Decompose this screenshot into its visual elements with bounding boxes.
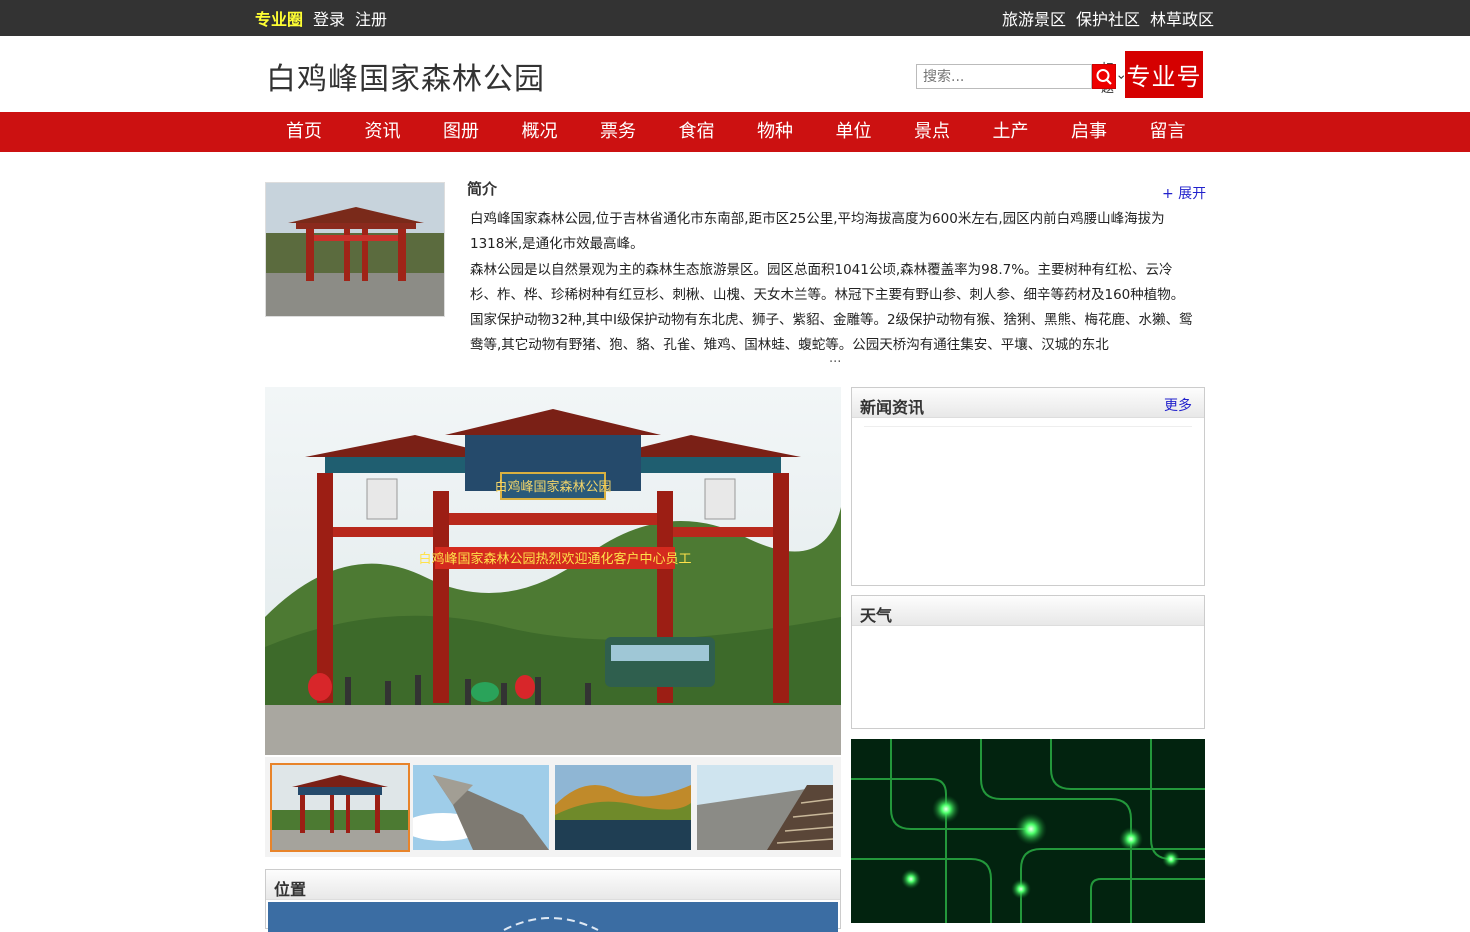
intro-paragraph: 森林公园是以自然景观为主的森林生态旅游景区。园区总面积1041公顷,森林覆盖率为… xyxy=(470,261,1193,354)
gate-plaque-text: 白鸡峰国家森林公园 xyxy=(494,479,611,495)
search-input[interactable] xyxy=(917,65,1097,88)
location-panel: 位置 xyxy=(265,869,841,932)
nav-item-species[interactable]: 物种 xyxy=(757,112,836,152)
register-link[interactable]: 注册 xyxy=(355,6,387,30)
search-button[interactable] xyxy=(1092,64,1116,89)
forestry-link[interactable]: 林草政区 xyxy=(1150,6,1214,30)
gate-banner-text: 白鸡峰国家森林公园热烈欢迎通化客户中心员工 xyxy=(418,551,691,567)
nav-item-lodging[interactable]: 食宿 xyxy=(679,112,758,152)
weather-panel-header: 天气 xyxy=(852,596,1204,626)
news-panel-header: 新闻资讯 更多 xyxy=(852,388,1204,418)
chevron-down-icon xyxy=(1117,74,1124,79)
news-panel: 新闻资讯 更多 xyxy=(851,387,1205,586)
login-link[interactable]: 登录 xyxy=(313,6,345,30)
nav-item-products[interactable]: 土产 xyxy=(993,112,1072,152)
tourism-link[interactable]: 旅游景区 xyxy=(1002,6,1066,30)
location-panel-header: 位置 xyxy=(266,870,840,900)
intro-image[interactable] xyxy=(265,182,445,317)
thumbnail-stairs[interactable] xyxy=(697,765,833,850)
intro-text: 白鸡峰国家森林公园,位于吉林省通化市东南部,距市区25公里,平均海拔高度为600… xyxy=(470,207,1194,359)
news-more-link[interactable]: 更多 xyxy=(1164,395,1192,415)
thumbnail-gate[interactable] xyxy=(270,763,410,852)
nav-item-spots[interactable]: 景点 xyxy=(914,112,993,152)
news-panel-title: 新闻资讯 xyxy=(860,398,925,417)
main-nav: 首页 资讯 图册 概况 票务 食宿 物种 单位 景点 土产 启事 留言 xyxy=(0,112,1470,152)
community-link[interactable]: 保护社区 xyxy=(1076,6,1140,30)
brand-link[interactable]: 专业圈 xyxy=(255,6,303,30)
nav-item-home[interactable]: 首页 xyxy=(286,112,365,152)
nav-item-messages[interactable]: 留言 xyxy=(1150,112,1229,152)
intro-ellipsis: ... xyxy=(829,351,842,366)
expand-link[interactable]: + 展开 xyxy=(1162,183,1206,203)
main-gallery-photo[interactable]: 白鸡峰国家森林公园 白鸡峰国家森林公园热烈欢迎通化客户中心员工 xyxy=(265,387,841,755)
weather-panel: 天气 xyxy=(851,595,1205,729)
nav-item-notices[interactable]: 启事 xyxy=(1071,112,1150,152)
thumbnail-strip xyxy=(265,757,841,857)
site-title: 白鸡峰国家森林公园 xyxy=(266,62,545,97)
thumbnail-rock[interactable] xyxy=(413,765,549,850)
location-map[interactable] xyxy=(268,902,838,932)
top-bar-right: 旅游景区 保护社区 林草政区 xyxy=(1002,0,1214,36)
location-panel-title: 位置 xyxy=(274,880,307,899)
search-box: 标题 xyxy=(916,62,1124,96)
intro-paragraph: 白鸡峰国家森林公园,位于吉林省通化市东南部,距市区25公里,平均海拔高度为600… xyxy=(470,211,1165,253)
nav-item-units[interactable]: 单位 xyxy=(836,112,915,152)
nav-item-overview[interactable]: 概况 xyxy=(522,112,601,152)
nav-item-gallery[interactable]: 图册 xyxy=(443,112,522,152)
nav-item-news[interactable]: 资讯 xyxy=(365,112,444,152)
circuit-banner-image[interactable] xyxy=(851,739,1205,923)
news-divider xyxy=(864,426,1192,427)
pro-account-button[interactable]: 专业号 xyxy=(1125,51,1203,98)
top-bar: 专业圈 登录 注册 旅游景区 保护社区 林草政区 xyxy=(0,0,1470,36)
search-icon xyxy=(1096,68,1112,85)
nav-item-tickets[interactable]: 票务 xyxy=(600,112,679,152)
top-bar-left: 专业圈 登录 注册 xyxy=(255,0,387,36)
thumbnail-lake[interactable] xyxy=(555,765,691,850)
weather-panel-title: 天气 xyxy=(860,606,893,625)
intro-title: 简介 xyxy=(467,180,498,198)
